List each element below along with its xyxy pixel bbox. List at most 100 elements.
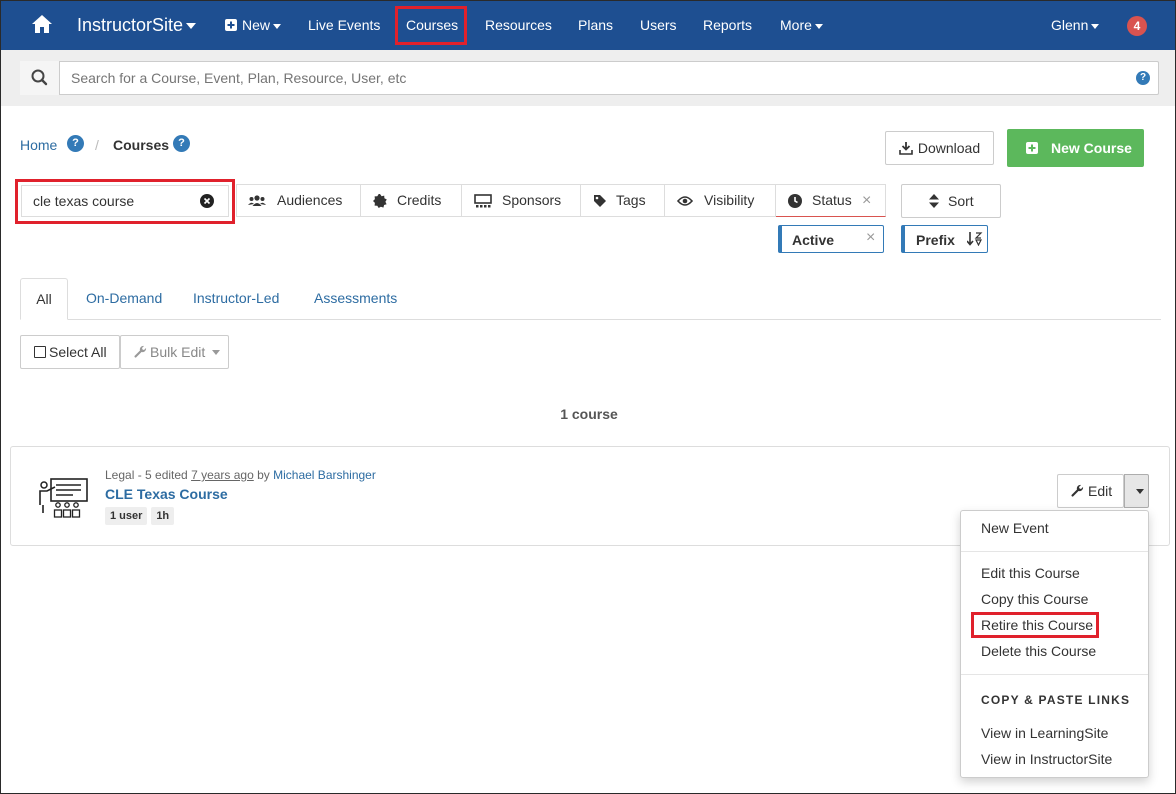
menu-new-event[interactable]: New Event <box>981 520 1049 536</box>
breadcrumb-current: Courses <box>113 137 170 153</box>
select-all-label: Select All <box>49 344 107 360</box>
remove-status-icon[interactable]: × <box>862 185 871 216</box>
notification-badge[interactable]: 4 <box>1127 16 1147 36</box>
menu-retire-course[interactable]: Retire this Course <box>981 617 1093 633</box>
course-meta: Legal - 5 edited 7 years ago by Michael … <box>105 468 376 482</box>
nav-resources[interactable]: Resources <box>485 1 552 50</box>
tab-all-label: All <box>36 291 52 307</box>
sort-ascending-icon <box>967 232 983 246</box>
new-course-label: New Course <box>1051 140 1132 156</box>
eye-icon <box>677 196 693 206</box>
menu-divider <box>961 551 1148 552</box>
menu-delete-course[interactable]: Delete this Course <box>981 643 1096 659</box>
filter-tags[interactable]: Tags <box>581 184 665 217</box>
nav-new[interactable]: New <box>225 1 282 50</box>
search-help-icon[interactable]: ? <box>1136 71 1150 85</box>
chevron-down-icon <box>273 23 282 29</box>
nav-more-label: More <box>780 17 812 33</box>
nav-plans[interactable]: Plans <box>578 1 613 50</box>
menu-view-instructorsite[interactable]: View in InstructorSite <box>981 751 1112 767</box>
chevron-down-icon <box>212 350 220 355</box>
download-icon <box>899 142 913 156</box>
classroom-icon <box>37 477 89 521</box>
filter-sponsors[interactable]: Sponsors <box>462 184 581 217</box>
results-count: 1 course <box>560 406 618 422</box>
course-badges: 1 user 1h <box>105 506 175 525</box>
tab-instructor-led[interactable]: Instructor-Led <box>193 290 279 306</box>
user-menu[interactable]: Glenn <box>1051 1 1100 50</box>
chevron-down-icon <box>1091 23 1100 29</box>
nav-live-events[interactable]: Live Events <box>308 1 380 50</box>
sort-icon <box>929 194 939 208</box>
plus-square-icon <box>1026 142 1038 154</box>
new-course-button[interactable]: New Course <box>1007 129 1144 167</box>
global-search-input[interactable] <box>63 63 1123 93</box>
course-edited-time[interactable]: 7 years ago <box>191 468 254 482</box>
breadcrumb-separator: / <box>95 137 99 153</box>
search-icon[interactable] <box>20 61 60 95</box>
bulk-edit-label: Bulk Edit <box>150 344 206 360</box>
filter-sponsors-label: Sponsors <box>502 192 562 208</box>
breadcrumb-home-help-icon[interactable]: ? <box>67 135 84 152</box>
tag-icon <box>594 195 606 207</box>
menu-copy-course[interactable]: Copy this Course <box>981 591 1088 607</box>
sort-label: Sort <box>948 193 974 209</box>
plus-square-icon <box>225 19 237 32</box>
presentation-icon <box>474 194 492 208</box>
course-filter-input[interactable] <box>21 185 229 217</box>
course-author-link[interactable]: Michael Barshinger <box>273 468 376 482</box>
sort-chip-label: Prefix <box>916 232 955 248</box>
chevron-down-icon <box>814 23 823 29</box>
filter-visibility[interactable]: Visibility <box>665 184 776 217</box>
checkbox-icon <box>34 346 46 358</box>
filter-credits-label: Credits <box>397 192 442 208</box>
nav-more[interactable]: More <box>780 1 823 50</box>
nav-users[interactable]: Users <box>640 1 677 50</box>
tab-assessments[interactable]: Assessments <box>314 290 397 306</box>
home-icon[interactable] <box>31 13 53 35</box>
users-badge: 1 user <box>105 507 148 525</box>
filter-audiences-label: Audiences <box>277 192 343 208</box>
tab-all[interactable]: All <box>20 278 68 320</box>
download-button[interactable]: Download <box>885 131 994 165</box>
course-title-link[interactable]: CLE Texas Course <box>105 486 228 502</box>
course-meta-prefix: Legal - 5 edited <box>105 468 192 482</box>
filter-visibility-label: Visibility <box>704 192 755 208</box>
menu-links-header: COPY & PASTE LINKS <box>981 693 1131 707</box>
tabs-underline <box>20 319 1161 320</box>
nav-courses[interactable]: Courses <box>406 1 458 50</box>
chevron-down-icon <box>1136 489 1144 494</box>
chevron-down-icon <box>186 23 197 30</box>
filter-tags-label: Tags <box>616 192 646 208</box>
course-meta-by: by <box>253 468 274 482</box>
clock-icon <box>788 194 802 208</box>
select-all-button[interactable]: Select All <box>20 335 120 369</box>
certificate-icon <box>373 194 387 208</box>
wrench-icon <box>1071 484 1084 497</box>
breadcrumb-courses-help-icon[interactable]: ? <box>173 135 190 152</box>
status-chip-label: Active <box>792 232 835 248</box>
edit-button[interactable]: Edit <box>1057 474 1124 508</box>
edit-dropdown-toggle[interactable] <box>1124 474 1149 508</box>
user-name: Glenn <box>1051 17 1089 33</box>
wrench-icon <box>134 345 147 358</box>
brand-menu[interactable]: InstructorSite <box>77 1 197 50</box>
remove-chip-icon[interactable]: × <box>866 229 875 247</box>
menu-divider <box>961 674 1148 675</box>
bulk-edit-button[interactable]: Bulk Edit <box>120 335 229 369</box>
breadcrumb-home[interactable]: Home <box>20 137 57 153</box>
filter-credits[interactable]: Credits <box>361 184 462 217</box>
sort-chip[interactable]: Prefix <box>901 225 988 253</box>
status-chip[interactable]: Active × <box>778 225 884 253</box>
sort-button[interactable]: Sort <box>901 184 1001 218</box>
menu-view-learningsite[interactable]: View in LearningSite <box>981 725 1108 741</box>
menu-edit-course[interactable]: Edit this Course <box>981 565 1080 581</box>
filter-audiences[interactable]: Audiences <box>236 184 361 217</box>
duration-badge: 1h <box>151 507 175 525</box>
filter-status[interactable]: Status × <box>776 184 886 217</box>
nav-reports[interactable]: Reports <box>703 1 752 50</box>
clear-filter-icon[interactable] <box>200 194 214 208</box>
nav-new-label: New <box>242 17 271 33</box>
brand-label: InstructorSite <box>77 15 184 35</box>
tab-on-demand[interactable]: On-Demand <box>86 290 162 306</box>
